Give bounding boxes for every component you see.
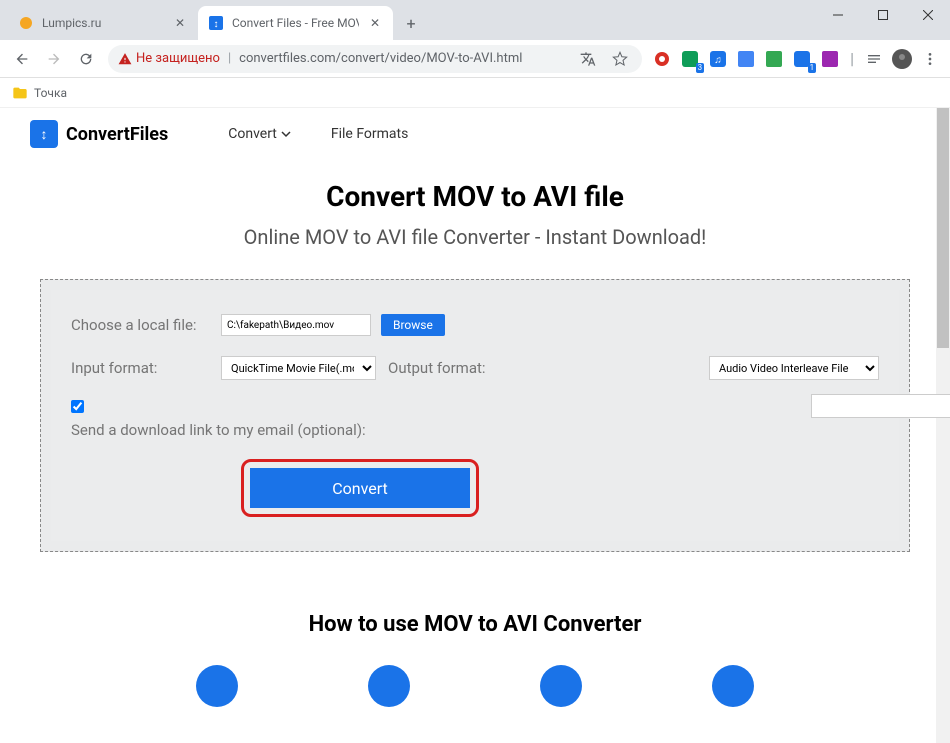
extension-icons: 3 ♫ 1 |: [650, 47, 942, 71]
bookmarks-bar: Точка: [0, 78, 950, 108]
menu-icon[interactable]: [918, 47, 942, 71]
scrollbar-thumb[interactable]: [937, 108, 949, 348]
step-circle: [540, 665, 582, 707]
page-title: Convert MOV to AVI file: [0, 180, 950, 213]
ext-icon-6[interactable]: 1: [790, 47, 814, 71]
back-button[interactable]: [8, 45, 36, 73]
choose-file-label: Choose a local file:: [71, 316, 211, 334]
profile-avatar[interactable]: [890, 47, 914, 71]
output-format-label: Output format:: [388, 359, 486, 377]
nav-formats[interactable]: File Formats: [331, 126, 408, 142]
favicon-convertfiles: ↕: [208, 15, 224, 31]
input-format-select[interactable]: QuickTime Movie File(.mov: [221, 356, 376, 380]
scrollbar-track[interactable]: [936, 108, 950, 743]
favicon-lumpics: [18, 15, 34, 31]
site-header: ↕ ConvertFiles Convert File Formats: [0, 108, 950, 160]
address-bar[interactable]: Не защищено | convertfiles.com/convert/v…: [108, 45, 642, 73]
page-viewport: ↕ ConvertFiles Convert File Formats Conv…: [0, 108, 950, 743]
ext-icon-7[interactable]: [818, 47, 842, 71]
page-subtitle: Online MOV to AVI file Converter - Insta…: [0, 225, 950, 249]
close-button[interactable]: [905, 0, 950, 30]
convert-button[interactable]: Convert: [250, 468, 470, 508]
brand-text: ConvertFiles: [66, 124, 168, 145]
convert-highlight: Convert: [241, 459, 479, 517]
ext-icon-3[interactable]: ♫: [706, 47, 730, 71]
step-circles: [0, 665, 950, 707]
star-icon[interactable]: [608, 47, 632, 71]
site-nav: Convert File Formats: [228, 126, 408, 142]
tab-lumpics[interactable]: Lumpics.ru ✕: [8, 6, 198, 40]
chevron-down-icon: [281, 129, 291, 139]
converter-form: Choose a local file: Browse Input format…: [40, 279, 910, 552]
tab-title: Lumpics.ru: [42, 16, 164, 30]
bookmark-folder-icon[interactable]: Точка: [12, 85, 67, 101]
security-warning: Не защищено: [118, 51, 220, 66]
tab-convertfiles[interactable]: ↕ Convert Files - Free MOV to AVI c ✕: [198, 6, 393, 40]
close-icon[interactable]: ✕: [367, 15, 383, 31]
ext-icon-4[interactable]: [734, 47, 758, 71]
reload-button[interactable]: [72, 45, 100, 73]
howto-heading: How to use MOV to AVI Converter: [0, 612, 950, 637]
nav-convert[interactable]: Convert: [228, 126, 291, 142]
step-circle: [196, 665, 238, 707]
forward-button[interactable]: [40, 45, 68, 73]
browser-toolbar: Не защищено | convertfiles.com/convert/v…: [0, 40, 950, 78]
email-input[interactable]: [811, 394, 950, 418]
url-text: convertfiles.com/convert/video/MOV-to-AV…: [239, 51, 568, 66]
file-path-input[interactable]: [221, 314, 371, 336]
ext-icon-1[interactable]: [650, 47, 674, 71]
minimize-button[interactable]: [815, 0, 860, 30]
window-controls: [815, 0, 950, 40]
close-icon[interactable]: ✕: [172, 15, 188, 31]
email-checkbox[interactable]: [71, 400, 84, 413]
security-label: Не защищено: [136, 51, 220, 66]
output-format-select[interactable]: Audio Video Interleave File: [709, 356, 879, 380]
step-circle: [368, 665, 410, 707]
input-format-label: Input format:: [71, 359, 211, 377]
svg-text:♫: ♫: [714, 55, 722, 66]
browse-button[interactable]: Browse: [381, 314, 445, 336]
email-label: Send a download link to my email (option…: [71, 421, 391, 439]
reading-list-icon[interactable]: [862, 47, 886, 71]
logo-icon: ↕: [30, 120, 58, 148]
ext-icon-2[interactable]: 3: [678, 47, 702, 71]
step-circle: [712, 665, 754, 707]
site-logo[interactable]: ↕ ConvertFiles: [30, 120, 168, 148]
translate-icon[interactable]: [576, 47, 600, 71]
tab-title: Convert Files - Free MOV to AVI c: [232, 16, 359, 30]
browser-titlebar: Lumpics.ru ✕ ↕ Convert Files - Free MOV …: [0, 0, 950, 40]
ext-icon-5[interactable]: [762, 47, 786, 71]
maximize-button[interactable]: [860, 0, 905, 30]
svg-text:↕: ↕: [214, 19, 219, 30]
bookmark-label: Точка: [34, 86, 67, 100]
new-tab-button[interactable]: +: [397, 9, 425, 37]
